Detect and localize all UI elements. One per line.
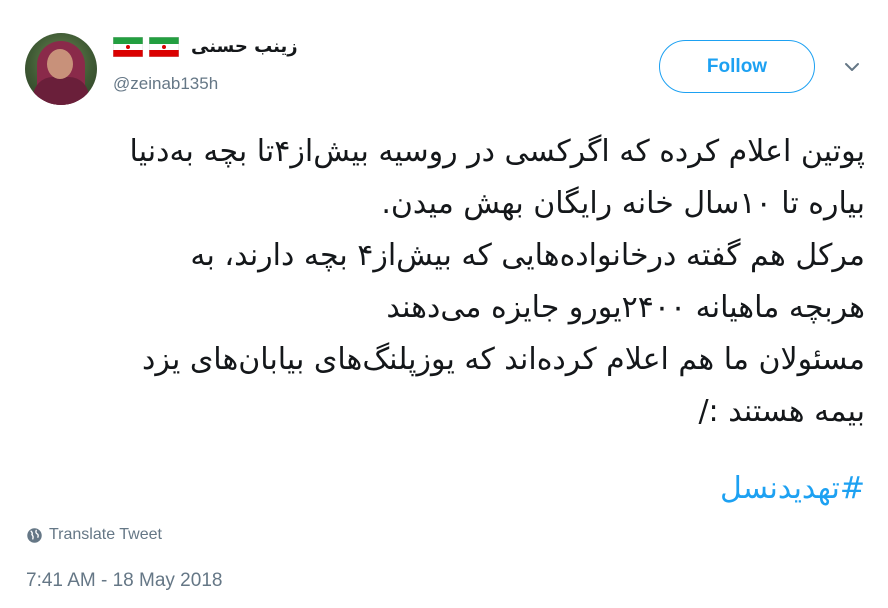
avatar-face	[47, 49, 73, 79]
globe-icon	[27, 527, 42, 543]
hashtag-link[interactable]: #تهدیدنسل	[20, 463, 865, 515]
iran-flag-icon	[149, 36, 179, 57]
iran-flag-icon	[113, 36, 143, 57]
tweet-timestamp[interactable]: 7:41 AM - 18 May 2018	[26, 570, 222, 592]
author-display-name[interactable]: زینب حسنی	[191, 36, 298, 57]
translate-label: Translate Tweet	[49, 526, 162, 543]
avatar-body	[33, 77, 89, 105]
author-handle[interactable]: @zeinab135h	[113, 74, 218, 94]
follow-button[interactable]: Follow	[659, 40, 815, 93]
chevron-down-icon[interactable]	[842, 57, 862, 77]
author-name-row[interactable]: زینب حسنی	[113, 36, 298, 57]
translate-tweet-link[interactable]: Translate Tweet	[26, 526, 162, 544]
tweet-text: پوتین اعلام کرده که اگرکسی در روسیه بیش‌…	[129, 134, 865, 429]
avatar[interactable]	[25, 33, 97, 105]
